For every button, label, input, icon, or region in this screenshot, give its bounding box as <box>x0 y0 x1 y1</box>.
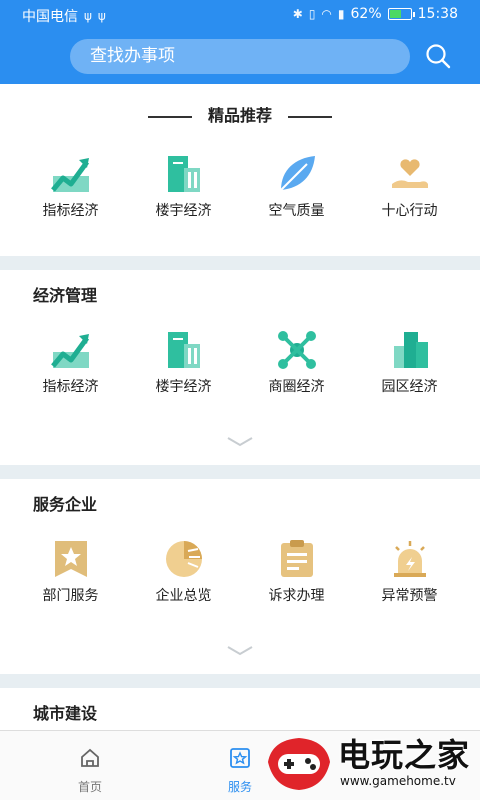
alarm-light-icon <box>393 541 426 577</box>
chart-trend-icon <box>50 334 89 368</box>
chart-trend-icon <box>50 158 89 192</box>
tile-label: 诉求办理 <box>268 588 325 604</box>
status-bar: 中国电信 ψ ψ ✱ ▯ ◠ ▮ 62% 15:38 <box>0 0 480 30</box>
heart-hand-icon <box>391 159 428 188</box>
tile-label: 指标经济 <box>42 203 99 219</box>
vibrate-icon: ▯ <box>308 7 316 21</box>
clock: 15:38 <box>417 6 458 22</box>
signal-icon: ▮ <box>337 7 345 21</box>
carrier-label: 中国电信 <box>22 9 78 25</box>
featured-section: 精品推荐 指标经济 楼宇经济 空气质量 十心行动 <box>0 84 480 256</box>
divider <box>288 115 332 118</box>
usb-icon: ψ <box>84 9 92 23</box>
wifi-icon: ◠ <box>321 7 332 21</box>
tile-label: 指标经济 <box>42 379 99 395</box>
tile-department-service[interactable]: 部门服务 <box>14 539 127 605</box>
app-header: 中国电信 ψ ψ ✱ ▯ ◠ ▮ 62% 15:38 查找办事项 <box>0 0 480 84</box>
tile-label: 商圈经济 <box>268 379 325 395</box>
featured-title: 精品推荐 <box>207 106 272 125</box>
watermark-name: 电玩之家 <box>338 736 471 774</box>
star-badge-icon <box>54 541 87 577</box>
watermark: 电玩之家 www.gamehome.tv <box>258 728 480 800</box>
tile-label: 部门服务 <box>42 588 99 604</box>
tile-anomaly-warning[interactable]: 异常预警 <box>353 539 466 605</box>
battery-percent: 62% <box>350 6 382 22</box>
section-title: 城市建设 <box>33 704 98 723</box>
usb-icon: ψ <box>97 9 106 23</box>
enterprise-grid: 部门服务 企业总览 诉求办理 异常预警 <box>0 539 480 605</box>
tile-appeal-handling[interactable]: 诉求办理 <box>240 539 353 605</box>
tile-label: 企业总览 <box>155 588 212 604</box>
battery-icon <box>387 8 415 20</box>
pie-chart-icon <box>165 541 202 577</box>
tile-ten-heart-action[interactable]: 十心行动 <box>353 154 466 220</box>
tile-label: 楼宇经济 <box>155 379 212 395</box>
gamepad-logo-icon <box>268 738 330 790</box>
search-placeholder: 查找办事项 <box>90 46 175 66</box>
building-icon <box>167 156 200 192</box>
tile-building-economy[interactable]: 楼宇经济 <box>127 154 240 220</box>
network-icon <box>277 331 316 369</box>
section-title: 经济管理 <box>33 286 98 305</box>
building-icon <box>167 332 200 368</box>
expand-chevron-icon[interactable] <box>226 645 254 657</box>
leaf-icon <box>279 156 315 191</box>
enterprise-section: 服务企业 部门服务 企业总览 诉求办理 异常预警 <box>0 479 480 674</box>
featured-grid: 指标经济 楼宇经济 空气质量 十心行动 <box>0 154 480 220</box>
tile-indicator-economy[interactable]: 指标经济 <box>14 154 127 220</box>
clipboard-icon <box>280 540 313 577</box>
nav-home[interactable]: 首页 <box>60 747 120 795</box>
economy-grid: 指标经济 楼宇经济 商圈经济 园区经济 <box>0 330 480 396</box>
tile-indicator-economy[interactable]: 指标经济 <box>14 330 127 396</box>
nav-home-label: 首页 <box>77 780 102 794</box>
tile-label: 空气质量 <box>268 203 325 219</box>
tile-business-district[interactable]: 商圈经济 <box>240 330 353 396</box>
park-buildings-icon <box>393 332 428 368</box>
tile-park-economy[interactable]: 园区经济 <box>353 330 466 396</box>
tile-building-economy[interactable]: 楼宇经济 <box>127 330 240 396</box>
tile-label: 园区经济 <box>381 379 438 395</box>
battery-fill <box>389 10 402 18</box>
bluetooth-icon: ✱ <box>292 7 303 21</box>
featured-heading: 精品推荐 <box>0 102 480 126</box>
tile-air-quality[interactable]: 空气质量 <box>240 154 353 220</box>
search-input[interactable]: 查找办事项 <box>70 39 410 74</box>
tile-label: 异常预警 <box>381 588 438 604</box>
expand-chevron-icon[interactable] <box>226 436 254 448</box>
divider <box>147 115 192 118</box>
city-section: 城市建设 <box>0 688 480 730</box>
tile-label: 十心行动 <box>381 203 438 219</box>
section-title: 服务企业 <box>33 495 98 514</box>
home-icon <box>81 748 99 767</box>
search-icon[interactable] <box>424 42 452 70</box>
service-star-icon <box>230 748 250 768</box>
tile-enterprise-overview[interactable]: 企业总览 <box>127 539 240 605</box>
economy-section: 经济管理 指标经济 楼宇经济 商圈经济 园区经济 <box>0 270 480 465</box>
watermark-url: www.gamehome.tv <box>340 774 456 788</box>
tile-label: 楼宇经济 <box>155 203 212 219</box>
